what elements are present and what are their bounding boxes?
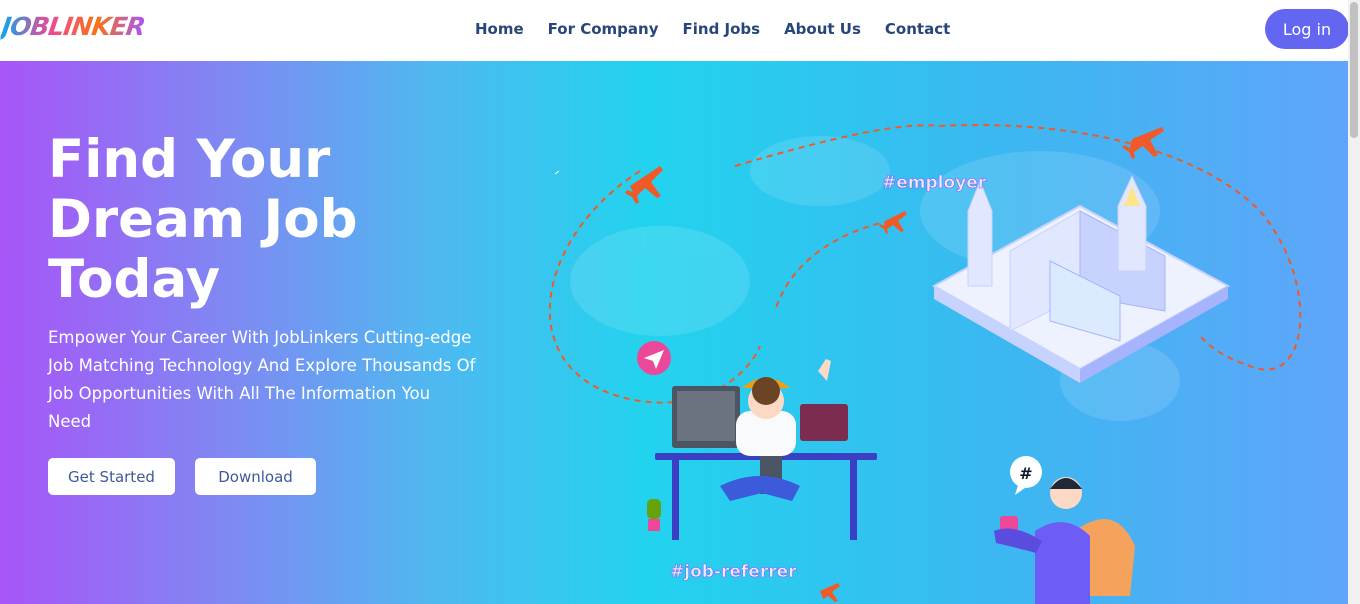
nav-contact[interactable]: Contact — [885, 20, 950, 38]
nav-find-jobs[interactable]: Find Jobs — [683, 20, 761, 38]
airplane-icon — [820, 583, 840, 602]
hero-section: Find Your Dream Job Today Empower Your C… — [0, 61, 1348, 604]
airplane-icon — [879, 211, 907, 234]
nav-links: Home For Company Find Jobs About Us Cont… — [475, 20, 950, 38]
hero-title: Find Your Dream Job Today — [48, 129, 358, 310]
joblinker-logo[interactable]: JOBLINKER — [0, 12, 147, 41]
airplane-icon — [625, 166, 663, 204]
job-referrer-tag: #job-referrer — [670, 562, 797, 582]
scrollbar-thumb[interactable] — [1350, 2, 1358, 138]
nav-for-company[interactable]: For Company — [548, 20, 659, 38]
hero-illustration: #employer #job-referrer # — [548, 124, 1302, 604]
worker-desk-graphic — [647, 359, 877, 540]
download-button[interactable]: Download — [195, 458, 316, 495]
send-icon — [637, 341, 671, 375]
person-with-backpack-graphic: # — [994, 456, 1135, 604]
employer-tag: #employer — [882, 173, 987, 193]
top-navbar: JOBLINKER Home For Company Find Jobs Abo… — [0, 0, 1349, 61]
hero-subtitle: Empower Your Career With JobLinkers Cutt… — [48, 328, 476, 431]
building-graphic — [931, 174, 1231, 383]
get-started-button[interactable]: Get Started — [48, 458, 175, 495]
hashtag-bubble-icon: # — [1019, 464, 1032, 483]
nav-home[interactable]: Home — [475, 20, 524, 38]
sparkle-mark — [554, 170, 560, 175]
page-scrollbar[interactable] — [1348, 0, 1360, 604]
login-button[interactable]: Log in — [1265, 9, 1349, 49]
nav-about-us[interactable]: About Us — [784, 20, 861, 38]
